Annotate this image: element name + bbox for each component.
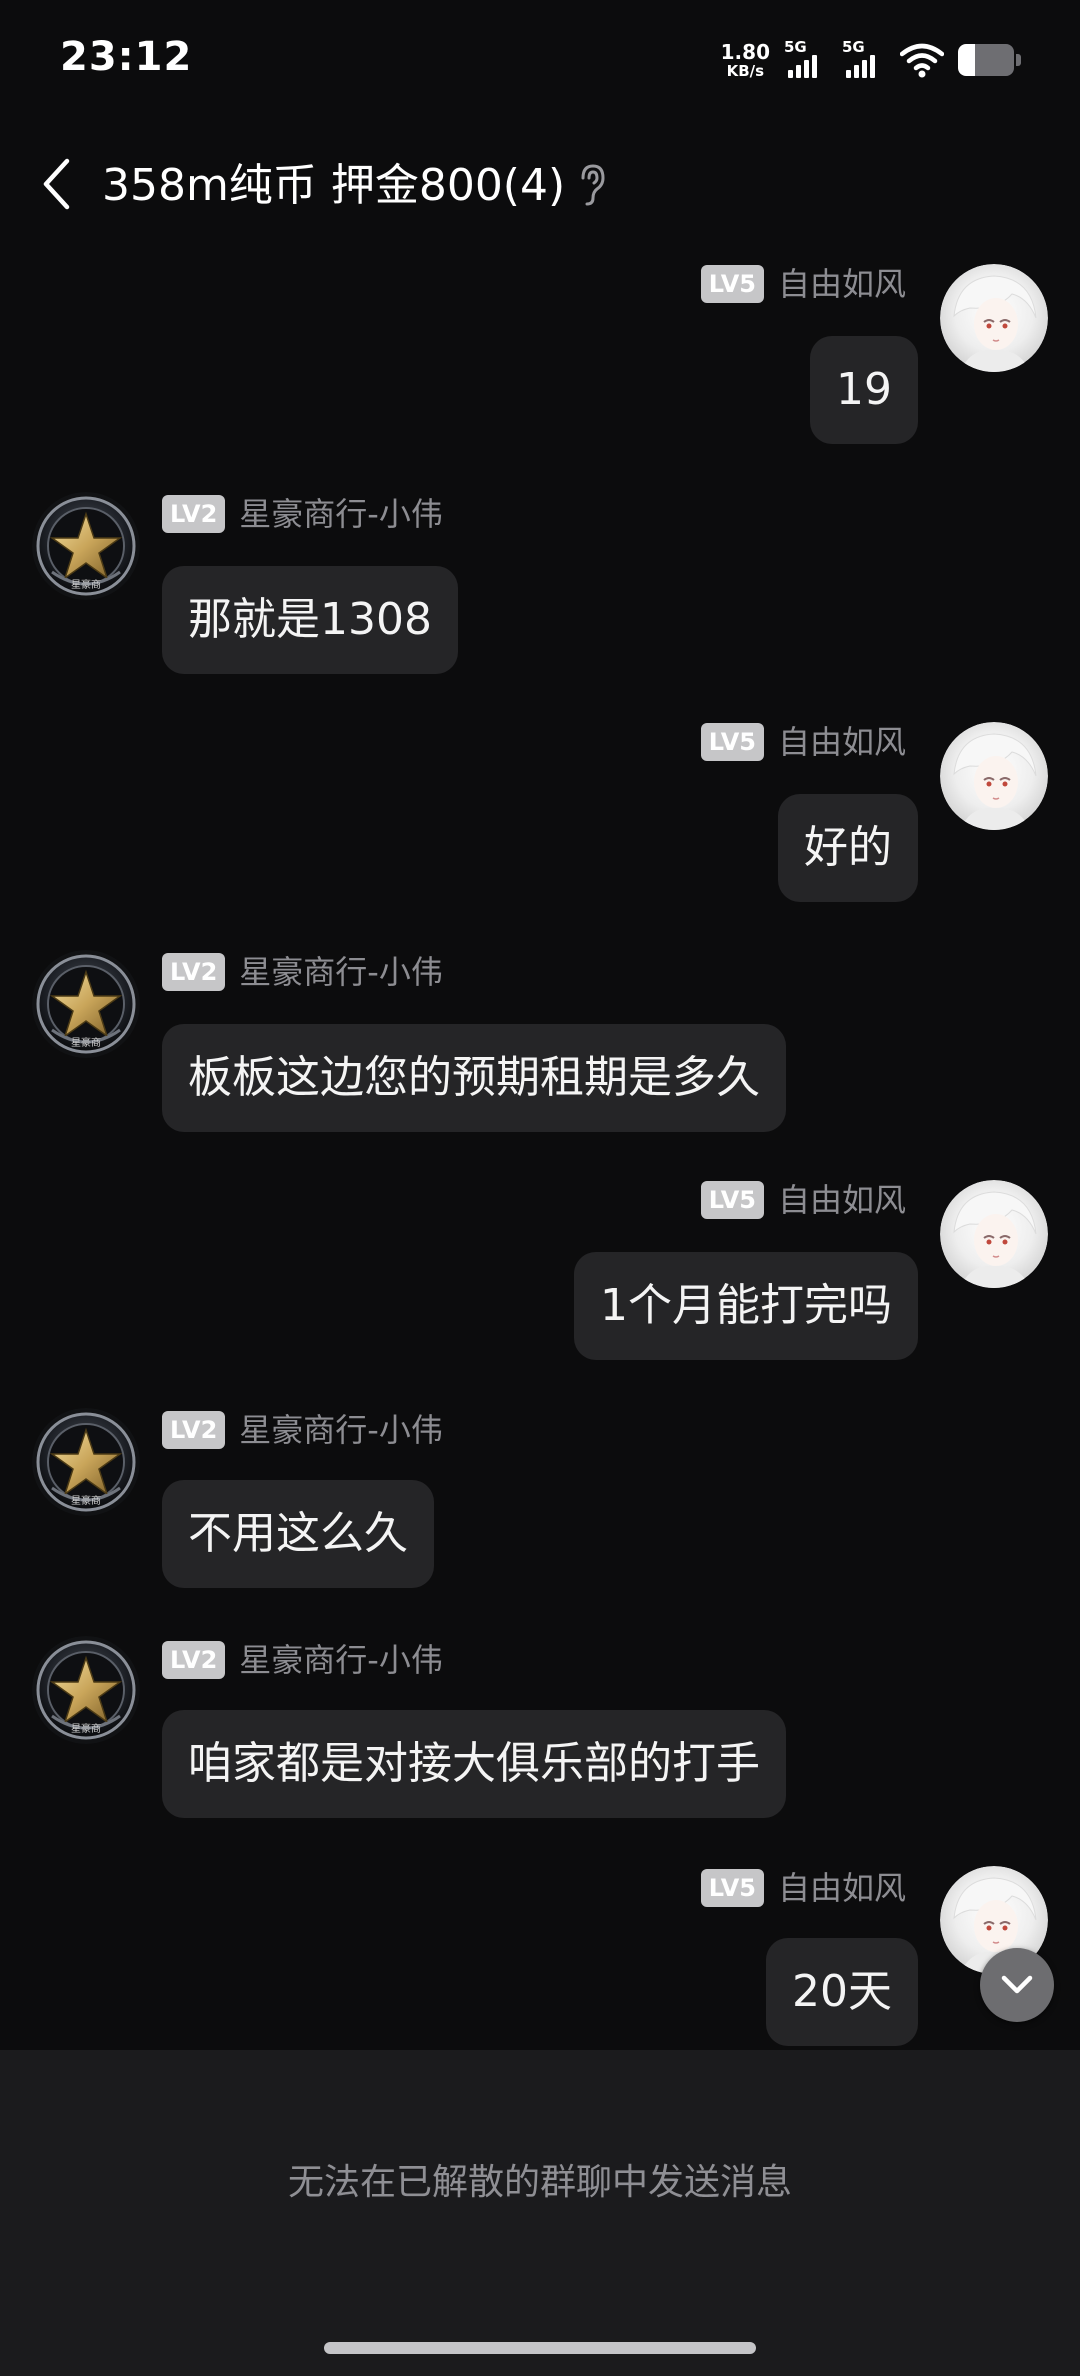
wifi-icon	[900, 43, 944, 78]
star-emblem-icon: 星豪商	[32, 492, 140, 600]
avatar[interactable]	[940, 722, 1048, 830]
level-badge: LV5	[700, 1181, 764, 1219]
sender-name: 自由如风	[777, 265, 906, 303]
sender-name: 自由如风	[777, 1869, 906, 1907]
disabled-notice: 无法在已解散的群聊中发送消息	[287, 2162, 792, 2203]
message-meta: LV2 星豪商行-小伟	[162, 494, 443, 534]
avatar[interactable]: 星豪商	[32, 1636, 140, 1744]
sender-name: 自由如风	[777, 1181, 906, 1219]
star-emblem-icon: 星豪商	[32, 1636, 140, 1744]
level-badge: LV5	[700, 723, 764, 761]
home-indicator[interactable]	[324, 2342, 756, 2354]
signal-label: 5G	[842, 38, 865, 56]
level-badge: LV2	[162, 1641, 226, 1679]
avatar[interactable]: 星豪商	[32, 1408, 140, 1516]
cell-signal-icon: 5G	[842, 40, 886, 80]
avatar[interactable]: 星豪商	[32, 492, 140, 600]
message-bubble[interactable]: 1个月能打完吗	[574, 1252, 918, 1360]
message-bubble[interactable]: 那就是1308	[162, 566, 458, 674]
input-area: 无法在已解散的群聊中发送消息	[0, 2050, 1080, 2376]
sender-name: 星豪商行-小伟	[239, 1641, 443, 1679]
level-badge: LV5	[700, 265, 764, 303]
message-meta: LV2 星豪商行-小伟	[162, 1410, 443, 1450]
message-bubble[interactable]: 咱家都是对接大俱乐部的打手	[162, 1710, 786, 1818]
message-bubble[interactable]: 19	[810, 336, 918, 444]
level-badge: LV5	[700, 1869, 764, 1907]
chat-header: 358m纯币 押金800(4)	[0, 130, 1080, 240]
message-bubble[interactable]: 不用这么久	[162, 1480, 434, 1588]
battery-icon	[958, 43, 1022, 77]
message-meta: LV5 自由如风	[700, 1868, 906, 1908]
star-emblem-icon: 星豪商	[32, 1408, 140, 1516]
message-bubble[interactable]: 板板这边您的预期租期是多久	[162, 1024, 786, 1132]
avatar[interactable]	[940, 1180, 1048, 1288]
message-meta: LV5 自由如风	[700, 722, 906, 762]
status-bar: 23:12 1.80 KB/s 5G 5G	[0, 0, 1080, 120]
network-speed: 1.80 KB/s	[721, 42, 770, 79]
sender-name: 自由如风	[777, 723, 906, 761]
status-icons: 1.80 KB/s 5G 5G	[721, 38, 1022, 82]
message-meta: LV5 自由如风	[700, 264, 906, 304]
sender-name: 星豪商行-小伟	[239, 495, 443, 533]
scroll-to-bottom-button[interactable]	[980, 1948, 1054, 2022]
avatar[interactable]: 星豪商	[32, 950, 140, 1058]
sender-name: 星豪商行-小伟	[239, 953, 443, 991]
message-meta: LV2 星豪商行-小伟	[162, 1640, 443, 1680]
message-meta: LV5 自由如风	[700, 1180, 906, 1220]
svg-text:星豪商: 星豪商	[71, 1036, 101, 1049]
svg-text:星豪商: 星豪商	[71, 1494, 101, 1507]
message-meta: LV2 星豪商行-小伟	[162, 952, 443, 992]
level-badge: LV2	[162, 1411, 226, 1449]
message-bubble[interactable]: 好的	[778, 794, 918, 902]
cell-signal-icon: 5G	[784, 40, 828, 80]
message-bubble[interactable]: 20天	[766, 1938, 918, 2046]
signal-label: 5G	[784, 38, 807, 56]
chat-title: 358m纯币 押金800(4)	[102, 160, 566, 211]
status-time: 23:12	[60, 34, 193, 80]
network-speed-unit: KB/s	[726, 61, 765, 80]
chevron-left-icon	[43, 158, 70, 210]
sender-name: 星豪商行-小伟	[239, 1411, 443, 1449]
avatar[interactable]	[940, 264, 1048, 372]
ear-icon[interactable]	[574, 160, 610, 210]
chevron-down-icon	[1001, 1975, 1033, 1994]
star-emblem-icon: 星豪商	[32, 950, 140, 1058]
level-badge: LV2	[162, 495, 226, 533]
network-speed-value: 1.80	[720, 39, 770, 64]
level-badge: LV2	[162, 953, 226, 991]
svg-text:星豪商: 星豪商	[71, 578, 101, 591]
back-button[interactable]	[34, 152, 78, 216]
svg-text:星豪商: 星豪商	[71, 1722, 101, 1735]
